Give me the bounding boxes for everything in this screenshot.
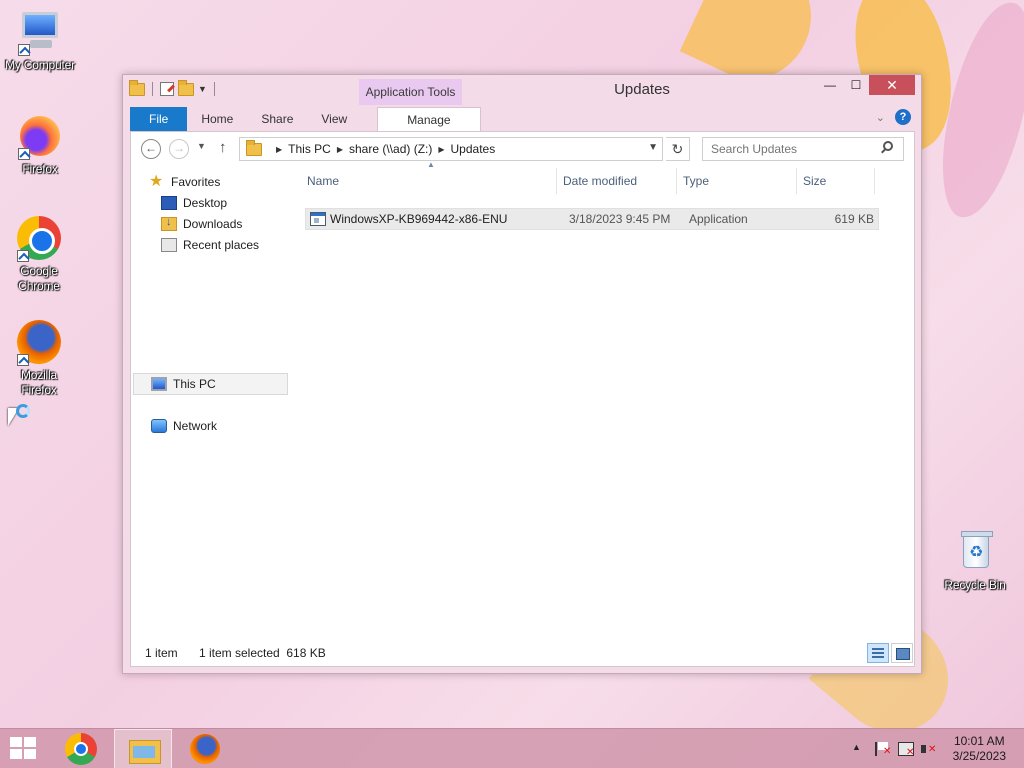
- up-button[interactable]: ↑: [219, 139, 227, 156]
- desktop-icon-label: My Computer: [5, 58, 75, 72]
- details-view-button[interactable]: [867, 643, 889, 663]
- file-type: Application: [689, 212, 748, 226]
- column-header-date-modified[interactable]: Date modified: [557, 168, 677, 194]
- taskbar: ▲ 10:01 AM 3/25/2023: [0, 728, 1024, 768]
- table-row[interactable]: WindowsXP-KB969442-x86-ENU 3/18/2023 9:4…: [305, 208, 879, 230]
- column-header-size[interactable]: Size: [797, 168, 875, 194]
- nav-this-pc[interactable]: This PC: [151, 374, 216, 394]
- nav-label: Recent places: [183, 238, 260, 252]
- desktop-icon-mozilla-firefox[interactable]: Mozilla Firefox: [0, 318, 78, 398]
- show-hidden-icons-arrow-icon[interactable]: ▲: [852, 742, 861, 752]
- file-date: 3/18/2023 9:45 PM: [569, 212, 671, 226]
- address-bar[interactable]: ▶ This PC ▶ share (\\ad) (Z:) ▶ Updates …: [239, 137, 663, 161]
- nav-label: Desktop: [183, 196, 228, 210]
- ribbon-tabs: File Home Share View Manage ⌄ ?: [123, 105, 921, 131]
- close-button[interactable]: ✕: [869, 75, 915, 95]
- breadcrumb-this-pc[interactable]: This PC: [288, 142, 331, 156]
- desktop-icon-google-chrome[interactable]: Google Chrome: [0, 214, 78, 294]
- tab-home[interactable]: Home: [187, 107, 247, 131]
- firefox-icon: [15, 318, 63, 366]
- expand-ribbon-chevron-icon[interactable]: ⌄: [876, 111, 885, 124]
- application-icon: [310, 212, 326, 226]
- minimize-button[interactable]: —: [817, 75, 843, 95]
- taskbar-file-explorer-icon[interactable]: [114, 729, 172, 768]
- title-bar[interactable]: ▼ Application Tools Updates — ☐ ✕: [123, 75, 921, 105]
- desktop-icon-label: Recycle Bin: [944, 578, 1006, 592]
- desktop-icon-label: Google Chrome: [18, 264, 60, 293]
- tab-manage[interactable]: Manage: [377, 107, 481, 131]
- window-caption-buttons: — ☐ ✕: [817, 75, 915, 95]
- file-size: 619 KB: [834, 212, 874, 226]
- busy-spinner-icon: [16, 404, 30, 418]
- recent-locations-arrow-icon[interactable]: ▼: [197, 141, 206, 151]
- maximize-button[interactable]: ☐: [843, 75, 869, 95]
- network-icon: [151, 419, 167, 433]
- status-bar: 1 item 1 item selected 618 KB: [131, 640, 914, 666]
- search-input[interactable]: [702, 137, 904, 161]
- refresh-button[interactable]: ↻: [666, 137, 690, 161]
- breadcrumb-separator-icon[interactable]: ▶: [438, 145, 444, 154]
- breadcrumb-updates[interactable]: Updates: [451, 142, 496, 156]
- breadcrumb-share-drive[interactable]: share (\\ad) (Z:): [349, 142, 432, 156]
- navigation-pane: ★ Favorites Desktop Downloads Recent pla…: [131, 168, 291, 628]
- forward-button[interactable]: →: [169, 139, 189, 159]
- network-status-icon[interactable]: [898, 742, 914, 758]
- chrome-icon: [15, 214, 63, 262]
- clock-time: 10:01 AM: [953, 734, 1005, 748]
- recycle-bin-icon: [951, 528, 999, 576]
- ribbon-controls: ⌄ ?: [876, 109, 911, 125]
- explorer-window[interactable]: ▼ Application Tools Updates — ☐ ✕ File H…: [122, 74, 922, 674]
- nav-label: Downloads: [183, 217, 243, 231]
- nav-label: Network: [173, 419, 218, 433]
- search-icon[interactable]: [883, 141, 893, 151]
- address-toolbar: ← → ▼ ↑ ▶ This PC ▶ share (\\ad) (Z:) ▶ …: [131, 132, 914, 168]
- explorer-content: ← → ▼ ↑ ▶ This PC ▶ share (\\ad) (Z:) ▶ …: [130, 131, 915, 667]
- nav-desktop[interactable]: Desktop: [161, 193, 227, 213]
- computer-icon: [16, 8, 64, 56]
- desktop-icon-my-computer[interactable]: My Computer: [0, 8, 80, 73]
- this-pc-icon: [151, 377, 167, 391]
- nav-downloads[interactable]: Downloads: [161, 214, 242, 234]
- clock[interactable]: 10:01 AM 3/25/2023: [953, 734, 1006, 764]
- desktop-icon-firefox[interactable]: Firefox: [0, 112, 80, 177]
- desktop-icon-label: Firefox: [22, 162, 58, 176]
- tab-share[interactable]: Share: [247, 107, 307, 131]
- column-header-name[interactable]: Name: [301, 168, 557, 194]
- taskbar-firefox-icon[interactable]: [176, 729, 234, 768]
- desktop-icon-recycle-bin[interactable]: Recycle Bin: [935, 528, 1015, 593]
- status-item-count: 1 item: [145, 646, 178, 660]
- desktop-icon: [161, 196, 177, 210]
- volume-muted-icon[interactable]: [921, 742, 937, 756]
- nav-network[interactable]: Network: [151, 416, 217, 436]
- firefox-icon: [16, 112, 64, 160]
- taskbar-chrome-icon[interactable]: [52, 729, 110, 768]
- tab-view[interactable]: View: [307, 107, 361, 131]
- nav-recent-places[interactable]: Recent places: [161, 235, 259, 255]
- downloads-icon: [161, 216, 177, 231]
- large-icons-view-button[interactable]: [891, 643, 913, 663]
- status-selection: 1 item selected 618 KB: [199, 646, 326, 660]
- address-history-arrow-icon[interactable]: ▼: [648, 142, 658, 153]
- breadcrumb-separator-icon[interactable]: ▶: [276, 145, 282, 154]
- window-title: Updates: [614, 81, 670, 98]
- nav-label: This PC: [173, 377, 216, 391]
- start-button[interactable]: [10, 737, 38, 761]
- file-name: WindowsXP-KB969442-x86-ENU: [330, 212, 508, 226]
- nav-label: Favorites: [171, 175, 221, 189]
- help-icon[interactable]: ?: [895, 109, 911, 125]
- star-icon: ★: [149, 173, 164, 190]
- clock-date: 3/25/2023: [952, 749, 1006, 763]
- folder-icon: [246, 139, 262, 156]
- breadcrumb-separator-icon[interactable]: ▶: [337, 145, 343, 154]
- action-center-flag-icon[interactable]: [875, 742, 891, 757]
- tab-file[interactable]: File: [130, 107, 188, 131]
- nav-favorites[interactable]: ★ Favorites: [149, 172, 220, 192]
- column-header-type[interactable]: Type: [677, 168, 797, 194]
- back-button[interactable]: ←: [141, 139, 161, 159]
- recent-places-icon: [161, 238, 177, 252]
- desktop-icon-label: Mozilla Firefox: [21, 368, 57, 397]
